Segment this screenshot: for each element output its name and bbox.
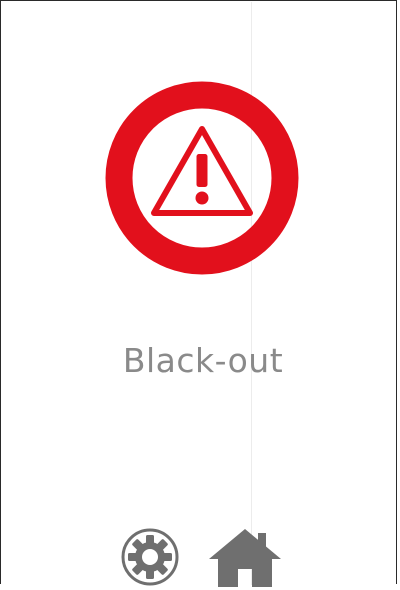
alarm-status-indicator	[105, 81, 299, 275]
status-label: Black-out	[122, 341, 284, 380]
warning-triangle-icon	[105, 81, 299, 275]
home-button[interactable]	[208, 527, 282, 587]
app-frame: Black-out	[0, 0, 397, 587]
home-icon	[209, 529, 281, 587]
gear-icon	[121, 528, 179, 586]
settings-button[interactable]	[120, 527, 180, 587]
